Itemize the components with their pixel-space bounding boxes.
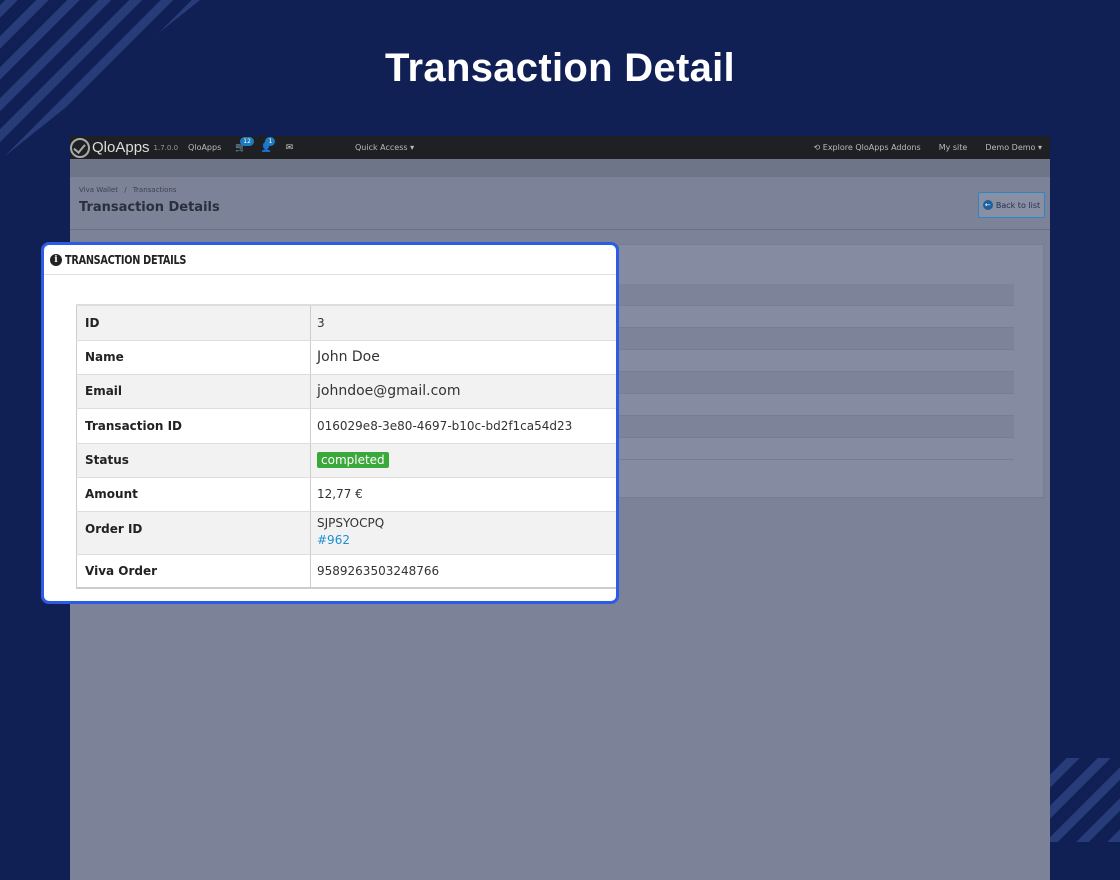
- card-header: i TRANSACTION DETAILS: [44, 245, 616, 275]
- table-row: Amount 12,77 €: [76, 477, 616, 512]
- quick-access-menu[interactable]: Quick Access ▾: [355, 143, 414, 152]
- row-value-status: completed: [310, 443, 616, 478]
- row-label: Order ID: [76, 511, 311, 555]
- row-value-amount: 12,77 €: [310, 477, 616, 512]
- qloapps-logo-icon: [70, 137, 90, 158]
- user-menu[interactable]: Demo Demo ▾: [985, 143, 1042, 152]
- customer-icon[interactable]: 👤 1: [260, 136, 276, 153]
- details-table: ID 3 Name John Doe Email johndoe@gmail.c…: [76, 304, 616, 589]
- row-value-order-id: SJPSYOCPQ #962: [310, 511, 616, 555]
- table-row: ID 3: [76, 304, 616, 341]
- row-label: Email: [76, 374, 311, 409]
- table-row: Transaction ID 016029e8-3e80-4697-b10c-b…: [76, 408, 616, 444]
- admin-topbar: QloApps 1.7.0.0 QloApps 🛒 12 👤 1 ✉ Quick A…: [70, 136, 1050, 159]
- addons-label: Explore QloApps Addons: [822, 143, 921, 152]
- table-row: Email johndoe@gmail.com: [76, 374, 616, 409]
- breadcrumb: Viva Wallet / Transactions: [79, 186, 176, 194]
- card-title: TRANSACTION DETAILS: [65, 252, 187, 267]
- table-row: Status completed: [76, 443, 616, 478]
- table-row: Viva Order 9589263503248766: [76, 554, 616, 589]
- decorative-stripes-bottom-right: [1048, 758, 1120, 842]
- info-icon: i: [50, 253, 62, 266]
- row-label: Viva Order: [76, 554, 311, 589]
- breadcrumb-separator: /: [124, 186, 127, 194]
- page-title: Transaction Details: [79, 200, 220, 215]
- row-label: Name: [76, 340, 311, 375]
- row-label: Transaction ID: [76, 408, 311, 444]
- version-label: 1.7.0.0: [153, 143, 179, 152]
- back-to-list-label: Back to list: [995, 200, 1041, 210]
- row-value-viva-order: 9589263503248766: [310, 554, 616, 589]
- explore-addons-link[interactable]: ⟲ Explore QloApps Addons: [814, 143, 921, 152]
- row-value-name: John Doe: [310, 340, 616, 375]
- order-reference: SJPSYOCPQ: [317, 515, 385, 530]
- row-value-email: johndoe@gmail.com: [310, 374, 616, 409]
- row-value-id: 3: [310, 304, 616, 341]
- table-row: Name John Doe: [76, 340, 616, 375]
- transaction-details-card: i TRANSACTION DETAILS ID 3 Name John Doe…: [41, 242, 619, 604]
- row-label: ID: [76, 304, 311, 341]
- quick-access-label: Quick Access: [355, 143, 408, 152]
- background-table: [618, 284, 1014, 460]
- cart-badge: 12: [240, 136, 254, 146]
- user-name: Demo Demo: [985, 143, 1036, 152]
- header-band: [70, 159, 1050, 177]
- status-badge: completed: [317, 452, 389, 468]
- hero-title: Transaction Detail: [385, 46, 735, 90]
- breadcrumb-item-transactions[interactable]: Transactions: [133, 186, 177, 194]
- table-row: Order ID SJPSYOCPQ #962: [76, 511, 616, 555]
- header-divider: [70, 229, 1050, 230]
- qloapps-logo[interactable]: QloApps 1.7.0.0: [70, 137, 179, 158]
- back-to-list-button[interactable]: ← Back to list: [978, 192, 1045, 218]
- cart-icon[interactable]: 🛒 12: [235, 136, 254, 153]
- arrow-left-circle-icon: ←: [982, 200, 993, 210]
- customer-badge: 1: [265, 136, 276, 146]
- shop-link[interactable]: QloApps: [188, 143, 221, 152]
- row-label: Status: [76, 443, 311, 478]
- row-label: Amount: [76, 477, 311, 512]
- my-site-link[interactable]: My site: [939, 143, 968, 152]
- breadcrumb-item-viva-wallet[interactable]: Viva Wallet: [79, 186, 118, 194]
- envelope-icon[interactable]: ✉: [286, 143, 294, 153]
- logo-text: QloApps: [92, 139, 150, 156]
- row-value-transaction-id: 016029e8-3e80-4697-b10c-bd2f1ca54d23: [310, 408, 616, 444]
- order-link[interactable]: #962: [317, 533, 616, 547]
